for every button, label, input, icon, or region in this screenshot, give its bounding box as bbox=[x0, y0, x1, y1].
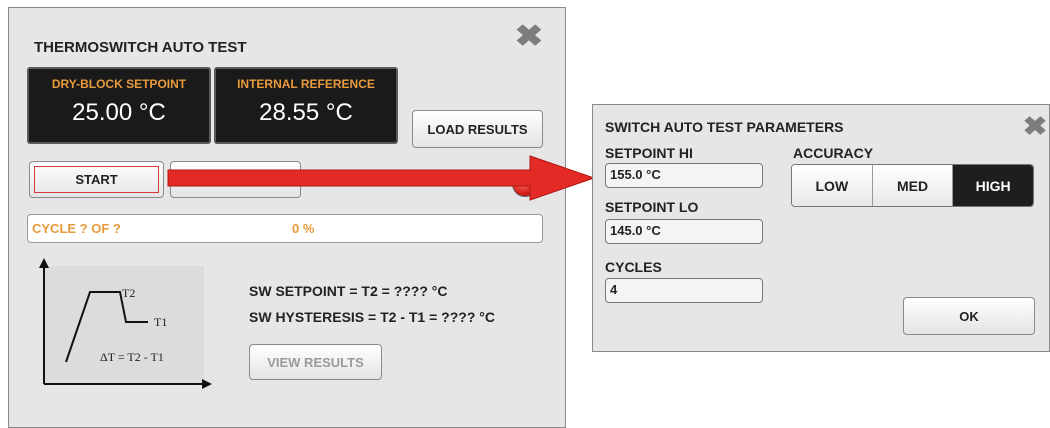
internal-reference-value: 28.55 °C bbox=[259, 99, 353, 126]
setpoint-lo-label: SETPOINT LO bbox=[605, 199, 699, 215]
t1-label: T1 bbox=[154, 315, 168, 329]
setpoint-hi-field[interactable]: 155.0 °C bbox=[605, 163, 763, 188]
start-button-label: START bbox=[75, 172, 118, 187]
setpoint-lo-field[interactable]: 145.0 °C bbox=[605, 219, 763, 244]
hysteresis-diagram: T2 T1 ΔT = T2 - T1 bbox=[34, 258, 214, 393]
setpoint-hi-label: SETPOINT HI bbox=[605, 145, 693, 161]
parameters-panel: SWITCH AUTO TEST PARAMETERS ✖ SETPOINT H… bbox=[592, 104, 1050, 352]
panel-title: THERMOSWITCH AUTO TEST bbox=[34, 39, 247, 56]
ok-button[interactable]: OK bbox=[903, 297, 1035, 335]
accuracy-label: ACCURACY bbox=[793, 145, 874, 161]
cycle-progress-bar: CYCLE ? OF ? 0 % bbox=[27, 214, 543, 243]
accuracy-option-high[interactable]: HIGH bbox=[953, 165, 1033, 206]
thermoswitch-panel: THERMOSWITCH AUTO TEST ✖ DRY-BLOCK SETPO… bbox=[8, 7, 566, 428]
view-results-button[interactable]: VIEW RESULTS bbox=[249, 344, 382, 380]
hysteresis-diagram-svg bbox=[39, 258, 212, 389]
cycles-field[interactable]: 4 bbox=[605, 278, 763, 303]
t2-label: T2 bbox=[122, 286, 136, 300]
dry-block-setpoint-label: DRY-BLOCK SETPOINT bbox=[51, 77, 187, 91]
dry-block-setpoint-value: 25.00 °C bbox=[72, 99, 166, 126]
accuracy-selector: LOW MED HIGH bbox=[791, 164, 1034, 207]
sw-setpoint-text: SW SETPOINT = T2 = ???? °C bbox=[249, 283, 448, 299]
internal-reference-display: INTERNAL REFERENCE 28.55 °C bbox=[214, 67, 398, 144]
load-results-button[interactable]: LOAD RESULTS bbox=[412, 110, 543, 148]
start-button[interactable]: START bbox=[29, 161, 164, 198]
internal-reference-label: INTERNAL REFERENCE bbox=[237, 77, 375, 91]
close-icon[interactable]: ✖ bbox=[512, 22, 547, 52]
delta-t-formula: ΔT = T2 - T1 bbox=[100, 350, 164, 364]
dry-block-setpoint-display: DRY-BLOCK SETPOINT 25.00 °C bbox=[27, 67, 211, 144]
accuracy-option-med[interactable]: MED bbox=[872, 165, 954, 206]
sw-hysteresis-text: SW HYSTERESIS = T2 - T1 = ???? °C bbox=[249, 309, 495, 325]
cycles-label: CYCLES bbox=[605, 259, 662, 275]
cycle-percent: 0 % bbox=[292, 221, 315, 236]
parameters-title: SWITCH AUTO TEST PARAMETERS bbox=[605, 119, 844, 135]
accuracy-option-low[interactable]: LOW bbox=[792, 165, 873, 206]
cycle-label: CYCLE ? OF ? bbox=[32, 221, 121, 236]
parameters-close-icon[interactable]: ✖ bbox=[1019, 113, 1050, 141]
pointer-arrow bbox=[167, 155, 596, 201]
